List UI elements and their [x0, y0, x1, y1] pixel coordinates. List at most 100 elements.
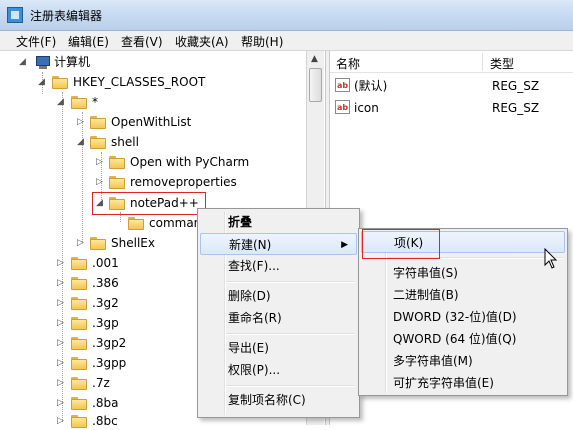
tree-node-label: .8ba — [92, 396, 119, 410]
selected-key-highlight — [92, 192, 206, 215]
value-row[interactable]: ab icon REG_SZ — [332, 98, 562, 118]
value-name: icon — [354, 101, 379, 115]
folder-icon — [90, 136, 106, 149]
menu-item-label: DWORD (32-位)值(D) — [393, 310, 517, 324]
tree-node-label: .001 — [92, 256, 119, 270]
folder-icon — [71, 397, 87, 410]
menu-item-label: 权限(P)... — [228, 363, 281, 377]
computer-icon — [35, 56, 51, 69]
folder-icon — [71, 297, 87, 310]
string-value-icon: ab — [335, 100, 350, 114]
tree-line — [82, 112, 83, 242]
collapse-icon[interactable]: ◢ — [37, 73, 46, 91]
menu-item-export[interactable]: 导出(E) — [200, 337, 357, 359]
menu-item-label: 重命名(R) — [228, 311, 282, 325]
value-type: REG_SZ — [492, 79, 540, 93]
menu-item-new-dword[interactable]: DWORD (32-位)值(D) — [361, 306, 565, 328]
menu-item-label: QWORD (64 位)值(Q) — [393, 332, 517, 346]
folder-icon — [90, 116, 106, 129]
menu-item-new-qword[interactable]: QWORD (64 位)值(Q) — [361, 328, 565, 350]
expand-icon[interactable]: ▷ — [95, 153, 104, 171]
tree-node-label: .386 — [92, 276, 119, 290]
value-row[interactable]: ab (默认) REG_SZ — [332, 76, 562, 96]
folder-icon — [71, 257, 87, 270]
expand-icon[interactable]: ▷ — [56, 274, 65, 292]
collapse-icon[interactable]: ◢ — [18, 53, 27, 71]
tree-node-label: .3gpp — [92, 356, 127, 370]
menu-item-label: 导出(E) — [228, 341, 269, 355]
expand-icon[interactable]: ▷ — [56, 354, 65, 372]
string-value-icon: ab — [335, 78, 350, 92]
expand-icon[interactable]: ▷ — [56, 374, 65, 392]
scroll-up-icon[interactable]: ▲ — [311, 54, 318, 64]
tree-node-label: Open with PyCharm — [130, 155, 250, 169]
menu-separator — [226, 281, 354, 283]
registry-editor-icon — [7, 7, 23, 23]
list-header: 名称 类型 — [330, 51, 573, 73]
context-menu: 折叠 新建(N) ▶ 查找(F)... 删除(D) 重命名(R) 导出(E) 权… — [197, 208, 360, 418]
expand-icon[interactable]: ▷ — [56, 394, 65, 412]
menu-item-new-string[interactable]: 字符串值(S) — [361, 262, 565, 284]
folder-icon — [52, 76, 68, 89]
tree-node-label: OpenWithList — [111, 115, 192, 129]
tree-node-label: .8bc — [92, 414, 118, 428]
menu-file[interactable]: 文件(F) — [16, 33, 56, 50]
menu-item-label: 新建(N) — [229, 238, 272, 252]
new-key-highlight — [362, 229, 440, 259]
submenu-arrow-icon: ▶ — [341, 240, 348, 250]
menu-bar: 文件(F) 编辑(E) 查看(V) 收藏夹(A) 帮助(H) — [0, 31, 573, 51]
expand-icon[interactable]: ▷ — [56, 334, 65, 352]
expand-icon[interactable]: ▷ — [56, 294, 65, 312]
menu-item-rename[interactable]: 重命名(R) — [200, 307, 357, 329]
folder-icon — [71, 357, 87, 370]
column-header-name[interactable]: 名称 — [336, 55, 360, 72]
menu-item-collapse[interactable]: 折叠 — [200, 211, 357, 233]
menu-help[interactable]: 帮助(H) — [241, 33, 283, 50]
menu-item-new-expandable-string[interactable]: 可扩充字符串值(E) — [361, 372, 565, 394]
tree-node-label: * — [92, 95, 98, 109]
expand-icon[interactable]: ▷ — [56, 314, 65, 332]
value-type: REG_SZ — [492, 101, 540, 115]
expand-icon[interactable]: ▷ — [95, 173, 104, 191]
tree-node-label: .3g2 — [92, 296, 119, 310]
menu-item-label: 折叠 — [228, 215, 253, 229]
menu-item-label: 多字符串值(M) — [393, 354, 473, 368]
folder-icon — [71, 277, 87, 290]
expand-icon[interactable]: ▷ — [76, 234, 85, 252]
scroll-thumb[interactable] — [309, 68, 322, 102]
folder-icon — [128, 217, 144, 230]
tree-node-label: ShellEx — [111, 236, 155, 250]
collapse-icon[interactable]: ◢ — [76, 133, 85, 151]
menu-item-label: 二进制值(B) — [393, 288, 459, 302]
title-bar: 注册表编辑器 — [0, 0, 573, 31]
menu-favorites[interactable]: 收藏夹(A) — [175, 33, 229, 50]
tree-node-label: HKEY_CLASSES_ROOT — [73, 75, 206, 89]
tree-node-label: 计算机 — [54, 55, 91, 69]
menu-item-label: 删除(D) — [228, 289, 271, 303]
tree-node-label: removeproperties — [130, 175, 237, 189]
folder-icon — [71, 337, 87, 350]
menu-item-new[interactable]: 新建(N) ▶ — [200, 233, 357, 255]
collapse-icon[interactable]: ◢ — [56, 93, 65, 111]
menu-item-find[interactable]: 查找(F)... — [200, 255, 357, 277]
tree-node-label: .3gp2 — [92, 336, 127, 350]
menu-item-new-multi-string[interactable]: 多字符串值(M) — [361, 350, 565, 372]
column-header-type[interactable]: 类型 — [490, 55, 514, 72]
menu-item-label: 可扩充字符串值(E) — [393, 376, 494, 390]
expand-icon[interactable]: ▷ — [56, 412, 65, 430]
menu-item-new-binary[interactable]: 二进制值(B) — [361, 284, 565, 306]
menu-view[interactable]: 查看(V) — [121, 33, 163, 50]
menu-edit[interactable]: 编辑(E) — [68, 33, 109, 50]
folder-icon — [90, 237, 106, 250]
column-divider[interactable] — [482, 53, 483, 71]
expand-icon[interactable]: ▷ — [56, 254, 65, 272]
expand-icon[interactable]: ▷ — [76, 113, 85, 131]
tree-node-label: shell — [111, 135, 139, 149]
folder-icon — [71, 317, 87, 330]
value-name: (默认) — [354, 79, 388, 93]
menu-item-copy-key-name[interactable]: 复制项名称(C) — [200, 389, 357, 411]
menu-item-delete[interactable]: 删除(D) — [200, 285, 357, 307]
menu-item-permissions[interactable]: 权限(P)... — [200, 359, 357, 381]
menu-item-label: 字符串值(S) — [393, 266, 458, 280]
folder-icon — [71, 96, 87, 109]
